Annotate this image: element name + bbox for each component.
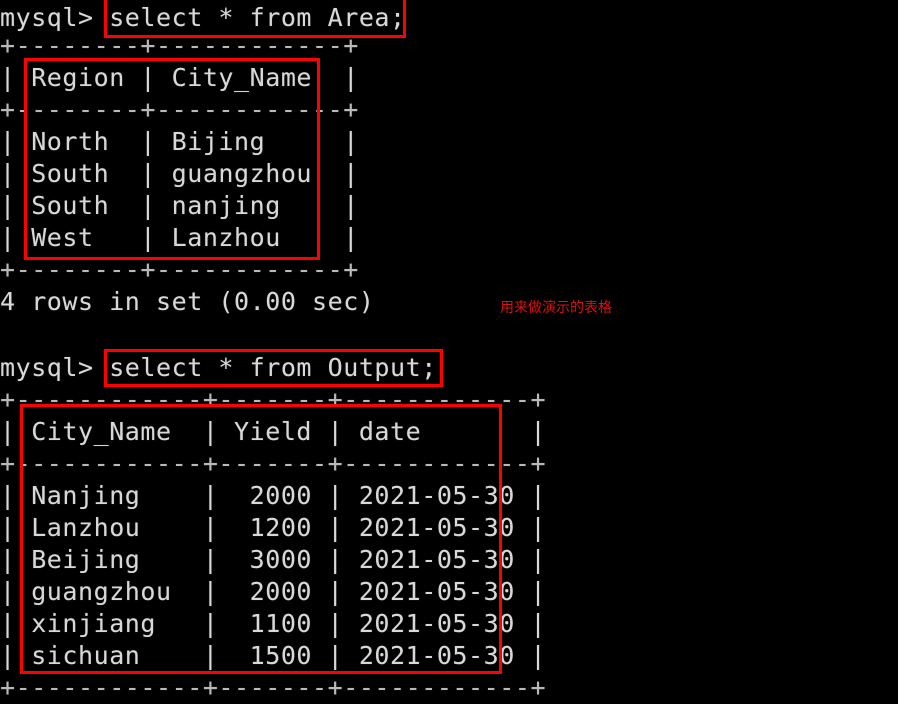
output-table-row: | sichuan | 1500 | 2021-05-30 | — [0, 641, 547, 670]
area-table-header-separator: +--------+------------+ — [0, 95, 359, 124]
area-table-row: | South | guangzhou | — [0, 159, 359, 188]
area-table-header-row: | Region | City_Name | — [0, 63, 359, 92]
terminal-window: mysql> select * from Area; +--------+---… — [0, 0, 898, 702]
output-table-header-row: | City_Name | Yield | date | — [0, 417, 547, 446]
output-table-bottom-border: +------------+-------+------------+ — [0, 673, 547, 702]
output-table-row: | Nanjing | 2000 | 2021-05-30 | — [0, 481, 547, 510]
output-table-header-separator: +------------+-------+------------+ — [0, 449, 547, 478]
area-query-status: 4 rows in set (0.00 sec) — [0, 287, 375, 316]
output-table-top-border: +------------+-------+------------+ — [0, 385, 547, 414]
output-table-row: | xinjiang | 1100 | 2021-05-30 | — [0, 609, 547, 638]
output-table-row: | Lanzhou | 1200 | 2021-05-30 | — [0, 513, 547, 542]
area-table-top-border: +--------+------------+ — [0, 31, 359, 60]
area-table-row: | North | Bijing | — [0, 127, 359, 156]
command-line-select-output[interactable]: mysql> select * from Output; — [0, 352, 437, 384]
area-table-bottom-border: +--------+------------+ — [0, 255, 359, 284]
annotation-note-demo-table: 用来做演示的表格 — [500, 300, 612, 316]
output-table-row: | Beijing | 3000 | 2021-05-30 | — [0, 545, 547, 574]
area-table-row: | South | nanjing | — [0, 191, 359, 220]
output-table-row: | guangzhou | 2000 | 2021-05-30 | — [0, 577, 547, 606]
area-table-row: | West | Lanzhou | — [0, 223, 359, 252]
